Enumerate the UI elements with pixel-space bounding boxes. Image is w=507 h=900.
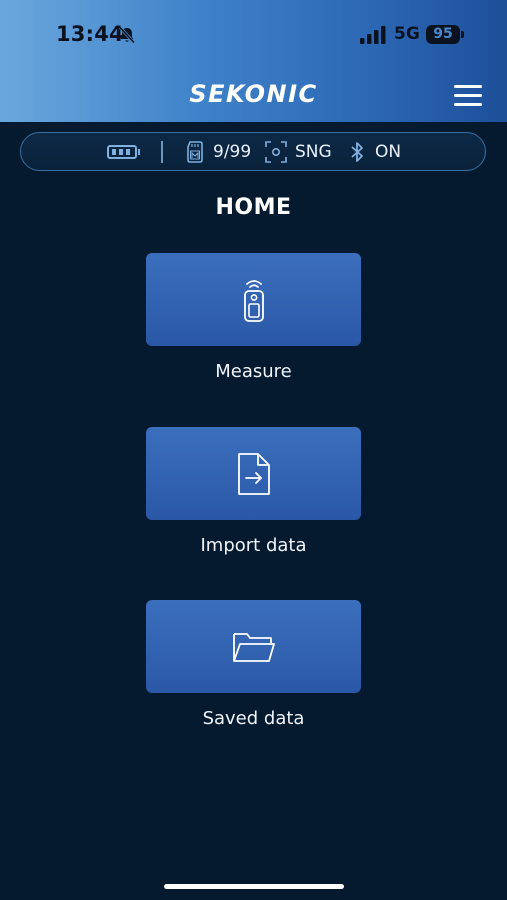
app-header: 13:44 5G 95 SEKONIC (0, 0, 507, 122)
measure-button[interactable] (146, 253, 361, 346)
single-mode-icon (265, 141, 287, 163)
file-import-icon (237, 452, 270, 495)
bell-muted-icon (118, 26, 136, 44)
info-divider (161, 141, 163, 163)
menu-line-icon (454, 94, 482, 97)
network-type: 5G (394, 24, 420, 44)
folder-icon (232, 632, 275, 662)
import-data-label: Import data (200, 535, 307, 556)
battery-tip-icon (461, 31, 464, 38)
battery-indicator: 95 (426, 25, 460, 44)
measure-mode: SNG (295, 142, 332, 162)
page-title: HOME (215, 195, 292, 220)
memory-card-icon (187, 141, 203, 163)
home-indicator[interactable] (164, 884, 344, 889)
menu-line-icon (454, 103, 482, 106)
device-info-bar: 9/99 SNG ON (20, 132, 486, 171)
status-time: 13:44 (56, 22, 124, 46)
status-bar: 13:44 5G 95 (0, 0, 507, 70)
import-data-button[interactable] (146, 427, 361, 520)
light-meter-icon (243, 279, 264, 322)
bluetooth-icon (351, 142, 363, 162)
meter-battery-icon (107, 145, 137, 159)
bluetooth-status: ON (375, 142, 402, 162)
saved-data-button[interactable] (146, 600, 361, 693)
saved-data-label: Saved data (202, 708, 305, 729)
brand-logo: SEKONIC (189, 80, 318, 108)
meter-battery-tip-icon (138, 149, 140, 155)
menu-line-icon (454, 85, 482, 88)
cellular-signal-icon (360, 26, 386, 44)
memory-count: 9/99 (213, 142, 252, 162)
hamburger-menu-button[interactable] (452, 82, 486, 110)
measure-label: Measure (215, 361, 292, 382)
